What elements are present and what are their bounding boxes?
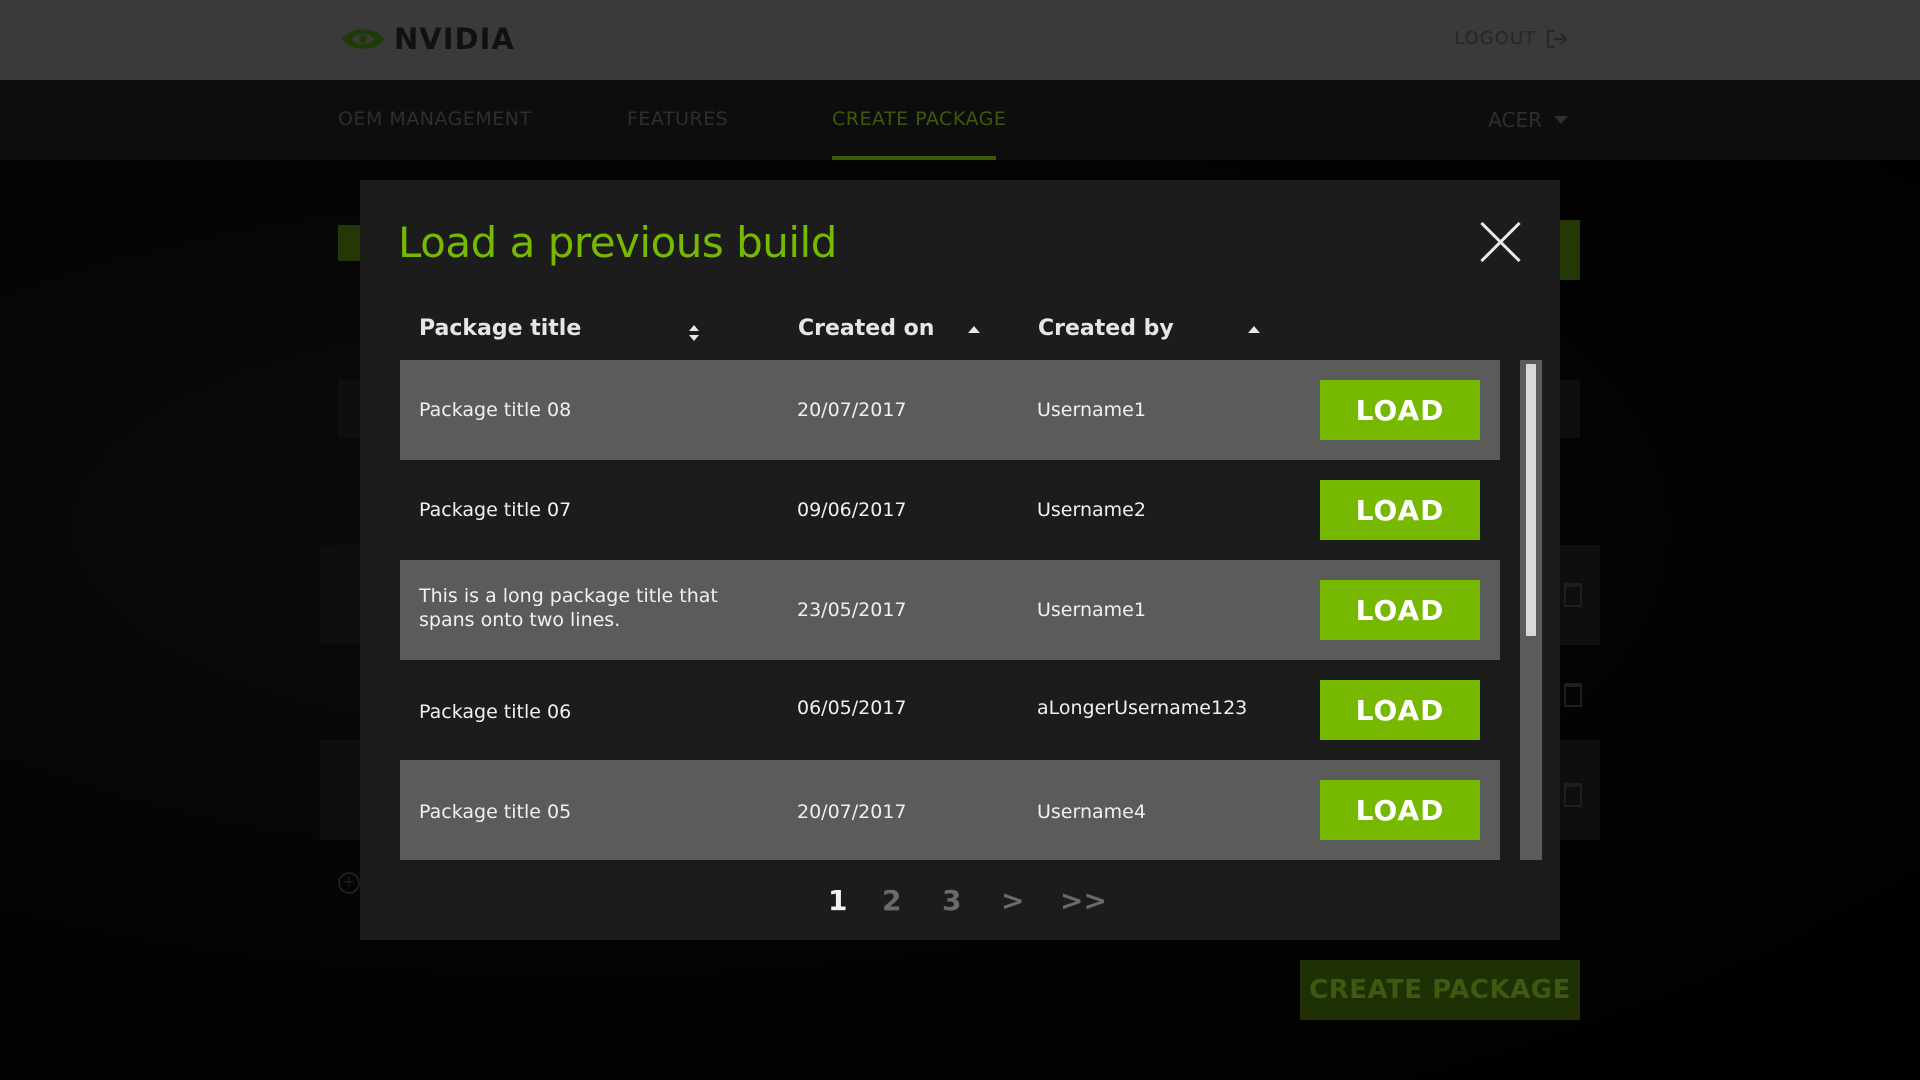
sort-both-icon[interactable] [688,324,700,342]
table-row: Package title 05 20/07/2017 Username4 LO… [400,760,1500,860]
column-header-created-by[interactable]: Created by [1038,316,1174,341]
package-title-cell: Package title 05 [419,801,572,823]
table-row: Package title 06 06/05/2017 aLongerUsern… [400,660,1500,760]
close-icon[interactable] [1478,220,1522,264]
load-button[interactable]: LOAD [1320,680,1480,740]
bg-input-block-right [1560,380,1580,438]
create-package-button[interactable]: CREATE PACKAGE [1300,960,1580,1020]
created-on-cell: 23/05/2017 [797,599,907,621]
table-row: This is a long package title that spans … [400,560,1500,660]
created-by-cell: Username2 [1037,499,1146,521]
created-by-cell: Username1 [1037,599,1146,621]
nvidia-eye-icon [342,29,384,49]
package-title-cell: This is a long package title that spans … [419,585,718,631]
table-header: Package title Created on Created by [400,306,1500,356]
last-page-link[interactable]: >> [1060,884,1107,917]
package-title-cell: Package title 08 [419,399,572,421]
bg-title-block [338,225,360,261]
package-title-cell: Package title 06 [419,701,572,723]
pagination: 1 2 3 > >> [360,880,1560,930]
table-row: Package title 07 09/06/2017 Username2 LO… [400,460,1500,560]
top-bar: NVIDIA LOGOUT [0,0,1920,80]
chevron-down-icon [1554,116,1568,124]
table-row: Package title 08 20/07/2017 Username1 LO… [400,360,1500,460]
trash-icon[interactable] [1564,783,1582,807]
package-title-cell: Package title 07 [419,499,572,521]
created-on-cell: 20/07/2017 [797,801,907,823]
load-button[interactable]: LOAD [1320,580,1480,640]
column-header-created-on[interactable]: Created on [798,316,934,341]
nav-oem-management[interactable]: OEM MANAGEMENT [338,108,532,130]
trash-icon[interactable] [1564,583,1582,607]
account-dropdown[interactable]: ACER [1488,108,1568,132]
nav-create-package[interactable]: CREATE PACKAGE [832,108,1006,130]
next-page-link[interactable]: > [1001,884,1024,917]
page-3-link[interactable]: 3 [942,884,961,917]
builds-table-body[interactable]: Package title 08 20/07/2017 Username1 LO… [400,360,1500,860]
scrollbar-thumb[interactable] [1526,364,1536,636]
sort-ascending-icon[interactable] [968,326,980,333]
load-build-modal: Load a previous build Package title Crea… [360,180,1560,940]
nvidia-logo[interactable]: NVIDIA [340,22,515,56]
main-nav: OEM MANAGEMENT FEATURES CREATE PACKAGE A… [0,80,1920,160]
page-2-link[interactable]: 2 [882,884,901,917]
bg-list-block-2 [320,740,360,840]
bg-input-block [338,380,360,438]
logout-label: LOGOUT [1454,28,1536,49]
page-1-link[interactable]: 1 [828,884,847,917]
load-button[interactable]: LOAD [1320,780,1480,840]
created-on-cell: 20/07/2017 [797,399,907,421]
account-label: ACER [1488,108,1542,132]
created-on-cell: 09/06/2017 [797,499,907,521]
bg-list-block [320,545,360,645]
logo-wordmark: NVIDIA [394,22,515,56]
column-header-package-title[interactable]: Package title [419,316,581,341]
scrollbar-track[interactable] [1520,360,1542,860]
created-by-cell: aLongerUsername123 [1037,697,1248,719]
bg-action-block [1560,220,1580,280]
trash-icon[interactable] [1564,683,1582,707]
nav-features[interactable]: FEATURES [627,108,728,130]
sort-ascending-icon[interactable] [1248,326,1260,333]
load-button[interactable]: LOAD [1320,380,1480,440]
modal-title: Load a previous build [398,218,837,267]
logout-link[interactable]: LOGOUT [1454,28,1568,49]
created-by-cell: Username4 [1037,801,1146,823]
load-button[interactable]: LOAD [1320,480,1480,540]
logout-icon [1547,29,1568,48]
created-by-cell: Username1 [1037,399,1146,421]
created-on-cell: 06/05/2017 [797,697,907,719]
add-icon[interactable]: + [338,872,360,894]
